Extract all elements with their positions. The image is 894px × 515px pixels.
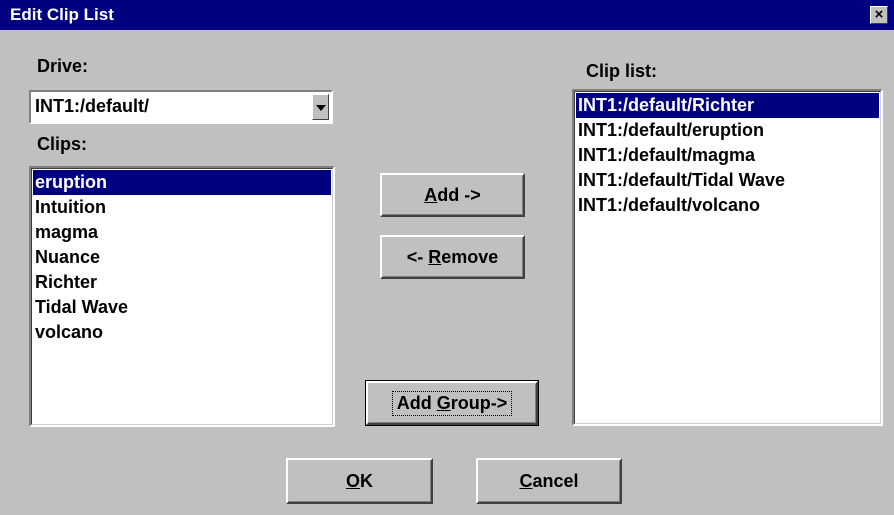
clip-list-item[interactable]: INT1:/default/Richter xyxy=(576,93,879,118)
add-button[interactable]: Add -> xyxy=(380,173,525,217)
clip-item[interactable]: magma xyxy=(33,220,331,245)
clip-list-item[interactable]: INT1:/default/volcano xyxy=(576,193,879,218)
add-button-label: Add -> xyxy=(424,184,481,205)
clip-list-item[interactable]: INT1:/default/magma xyxy=(576,143,879,168)
window-title: Edit Clip List xyxy=(10,5,114,24)
clip-list-items: INT1:/default/Richter INT1:/default/erupt… xyxy=(576,93,879,218)
remove-button-label: <- Remove xyxy=(406,246,499,267)
drive-label: Drive: xyxy=(37,56,89,76)
title-bar[interactable]: Edit Clip List × xyxy=(0,0,894,30)
drive-value: INT1:/default/ xyxy=(35,96,150,116)
remove-button[interactable]: <- Remove xyxy=(380,235,525,279)
clip-item[interactable]: Intuition xyxy=(33,195,331,220)
clips-label: Clips: xyxy=(37,134,88,154)
clips-list: eruption Intuition magma Nuance Richter Tidal… xyxy=(33,170,331,345)
add-group-button[interactable]: Add Group-> xyxy=(365,380,539,426)
cancel-button[interactable]: Cancel xyxy=(476,458,622,504)
clip-list-label: Clip list: xyxy=(586,61,657,81)
ok-button-label: OK xyxy=(345,470,373,491)
add-group-button-label: Add Group-> xyxy=(391,390,513,416)
clip-list-item[interactable]: INT1:/default/Tidal Wave xyxy=(576,168,879,193)
cancel-button-label: Cancel xyxy=(519,470,579,491)
clip-item[interactable]: eruption xyxy=(33,170,331,195)
clip-list-item[interactable]: INT1:/default/eruption xyxy=(576,118,879,143)
clip-item[interactable]: Tidal Wave xyxy=(33,295,331,320)
clip-item[interactable]: volcano xyxy=(33,320,331,345)
clip-item[interactable]: Nuance xyxy=(33,245,331,270)
close-icon[interactable]: × xyxy=(870,6,888,24)
drive-select[interactable]: INT1:/default/ xyxy=(29,90,333,124)
ok-button[interactable]: OK xyxy=(286,458,433,504)
chevron-down-icon[interactable] xyxy=(312,94,329,120)
clips-listbox[interactable]: eruption Intuition magma Nuance Richter Tidal… xyxy=(29,166,335,427)
clip-list-listbox[interactable]: INT1:/default/Richter INT1:/default/erupt… xyxy=(572,89,883,426)
edit-clip-list-dialog: Edit Clip List × Drive: INT1:/default/ C… xyxy=(0,0,894,515)
clip-item[interactable]: Richter xyxy=(33,270,331,295)
